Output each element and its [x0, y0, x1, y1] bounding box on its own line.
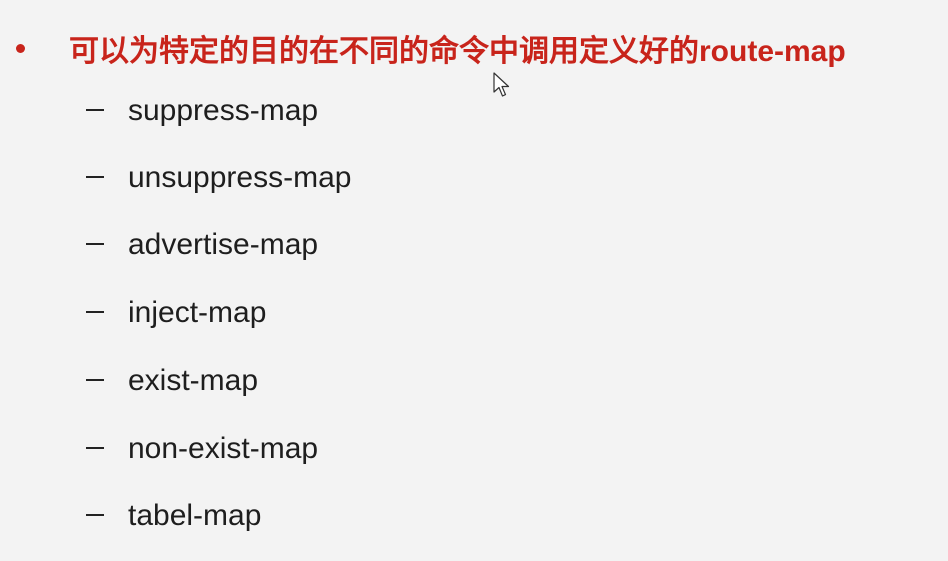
dash-icon: [86, 96, 128, 126]
list-item-text: unsuppress-map: [128, 161, 352, 194]
list-item: suppress-map: [86, 91, 586, 131]
list-item-text: non-exist-map: [128, 432, 319, 465]
list-item: exist-map: [86, 361, 586, 401]
list-item: non-exist-map: [86, 429, 586, 469]
bullet-dot-icon: [16, 43, 25, 53]
list-item-text: inject-map: [128, 296, 267, 329]
dash-icon: [86, 298, 128, 328]
dash-icon: [86, 366, 128, 396]
list-item: tabel-map: [86, 496, 586, 536]
list-item-text: suppress-map: [128, 94, 319, 127]
slide: 可以为特定的目的在不同的命令中调用定义好的route-map suppress-…: [0, 0, 948, 561]
dash-icon: [86, 230, 128, 260]
list-item-text: advertise-map: [128, 228, 319, 261]
list-item: advertise-map: [86, 225, 586, 265]
list-item-text: tabel-map: [128, 499, 262, 532]
list-item: unsuppress-map: [86, 158, 586, 198]
slide-heading: 可以为特定的目的在不同的命令中调用定义好的route-map: [69, 35, 846, 68]
mouse-pointer-icon: [493, 72, 510, 97]
dash-icon: [86, 434, 128, 464]
list-item: inject-map: [86, 293, 586, 333]
dash-icon: [86, 501, 128, 531]
list-item-text: exist-map: [128, 364, 259, 397]
main-bullet-point: 可以为特定的目的在不同的命令中调用定义好的route-map: [16, 24, 846, 72]
dash-icon: [86, 163, 128, 193]
